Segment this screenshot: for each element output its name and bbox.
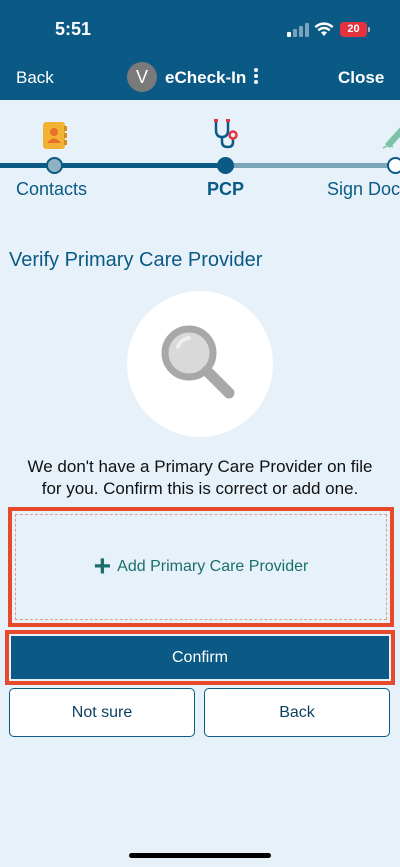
step-dot-contacts[interactable]	[46, 157, 63, 174]
message-line-2: for you. Confirm this is correct or add …	[41, 479, 359, 498]
status-time: 5:51	[55, 19, 92, 39]
home-indicator[interactable]	[129, 853, 271, 858]
step-dot-sign-doc[interactable]	[387, 157, 400, 174]
wifi-icon	[314, 22, 334, 36]
add-pcp-button[interactable]: + Add Primary Care Provider	[15, 514, 387, 620]
confirm-button[interactable]: Confirm	[11, 636, 389, 679]
step-dot-pcp[interactable]	[217, 157, 234, 174]
stethoscope-icon	[214, 119, 238, 149]
back-button[interactable]: Back	[16, 68, 54, 88]
step-label-sign-doc[interactable]: Sign Doc	[327, 179, 400, 200]
app-header: 5:51 20 Back V eCheck-In Close	[0, 0, 400, 100]
add-pcp-label: Add Primary Care Provider	[117, 558, 309, 575]
section-title: Verify Primary Care Provider	[9, 249, 263, 271]
magnifier-icon	[161, 325, 235, 399]
step-label-contacts[interactable]: Contacts	[16, 179, 87, 200]
page-title: eCheck-In	[165, 68, 247, 87]
plus-icon: +	[93, 550, 112, 583]
contacts-book-icon	[43, 122, 67, 149]
battery-icon: 20	[340, 22, 367, 37]
add-pcp-highlight: + Add Primary Care Provider	[8, 507, 394, 627]
confirm-highlight: Confirm	[5, 630, 395, 685]
back-step-button[interactable]: Back	[204, 688, 390, 737]
search-illustration	[127, 291, 273, 437]
avatar[interactable]: V	[127, 62, 157, 92]
step-label-pcp[interactable]: PCP	[207, 179, 244, 200]
progress-track-complete	[0, 163, 226, 168]
not-sure-button[interactable]: Not sure	[9, 688, 195, 737]
empty-state-message: We don't have a Primary Care Provider on…	[0, 456, 400, 500]
battery-tip	[368, 27, 370, 32]
pen-icon	[382, 127, 400, 149]
cellular-signal-icon	[287, 23, 309, 37]
close-button[interactable]: Close	[338, 68, 384, 88]
message-line-1: We don't have a Primary Care Provider on…	[27, 457, 373, 476]
status-bar: 5:51 20	[0, 0, 400, 54]
progress-track-remaining	[226, 163, 400, 168]
more-options-icon[interactable]	[251, 67, 261, 87]
